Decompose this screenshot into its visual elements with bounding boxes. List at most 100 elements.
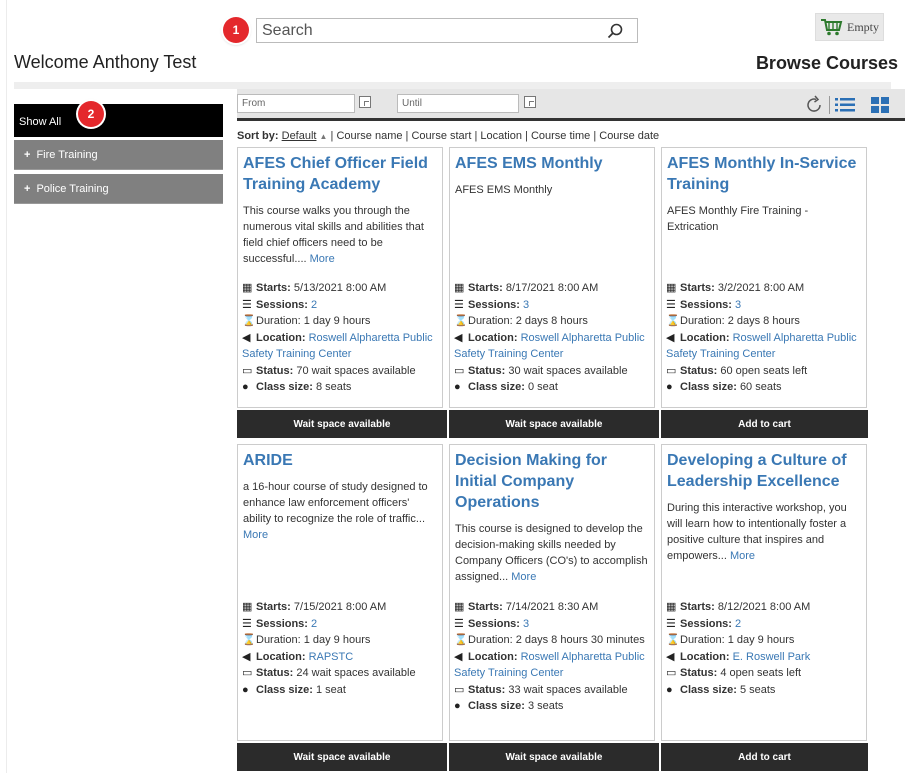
- course-title[interactable]: Developing a Culture of Leadership Excel…: [662, 445, 866, 492]
- location-link[interactable]: RAPSTC: [309, 651, 354, 663]
- sessions-icon: ☰: [242, 298, 252, 311]
- course-title[interactable]: ARIDE: [238, 445, 442, 471]
- sort-course-date[interactable]: Course date: [599, 130, 659, 142]
- sort-course-name[interactable]: Course name: [336, 130, 402, 142]
- search-icon[interactable]: [607, 23, 623, 39]
- course-description: This course is designed to develop the d…: [455, 523, 648, 583]
- calendar-icon: ▦: [454, 601, 465, 613]
- sidebar-item-police-training[interactable]: + Police Training: [14, 174, 223, 204]
- until-calendar-icon[interactable]: [524, 96, 536, 108]
- cart-label: Empty: [847, 19, 879, 34]
- more-link[interactable]: More: [730, 550, 755, 562]
- course-description: AFES Monthly Fire Training - Extrication: [667, 205, 809, 233]
- course-info: ▦ Starts: 8/17/2021 8:00 AM ☰ Sessions: 3 …: [454, 280, 652, 396]
- wait-space-button[interactable]: Wait space available: [449, 410, 659, 438]
- course-card: ARIDE a 16-hour course of study designed…: [237, 444, 443, 741]
- sessions-icon: ☰: [666, 617, 676, 630]
- book-icon: ▭: [666, 364, 677, 377]
- add-to-cart-button[interactable]: Add to cart: [661, 743, 868, 771]
- wait-space-button[interactable]: Wait space available: [237, 743, 447, 771]
- sort-default[interactable]: Default: [282, 130, 317, 142]
- more-link[interactable]: More: [310, 253, 335, 265]
- grid-view-icon[interactable]: [871, 97, 889, 113]
- from-date-input[interactable]: From: [237, 94, 355, 113]
- sidebar-show-all[interactable]: Show All: [14, 104, 223, 137]
- users-icon: ●: [242, 381, 249, 393]
- sidebar-item-label: Fire Training: [36, 149, 98, 161]
- sidebar-item-label: Police Training: [36, 183, 109, 195]
- course-description: This course walks you through the numero…: [243, 205, 424, 265]
- sessions-link[interactable]: 3: [735, 299, 741, 311]
- course-card: Decision Making for Initial Company Oper…: [449, 444, 655, 741]
- search-input[interactable]: [257, 19, 597, 42]
- location-arrow-icon: ◀: [242, 331, 251, 344]
- more-link[interactable]: More: [243, 529, 268, 541]
- sessions-link[interactable]: 2: [311, 299, 317, 311]
- location-link[interactable]: E. Roswell Park: [733, 651, 811, 663]
- expand-icon: +: [24, 149, 31, 161]
- sidebar-show-all-label: Show All: [19, 116, 62, 128]
- sessions-link[interactable]: 2: [311, 618, 317, 630]
- sort-course-time[interactable]: Course time: [531, 130, 590, 142]
- sessions-link[interactable]: 3: [523, 299, 529, 311]
- course-card: AFES EMS Monthly AFES EMS Monthly ▦ Start…: [449, 147, 655, 408]
- course-description: a 16-hour course of study designed to en…: [243, 481, 428, 541]
- course-info: ▦ Starts: 8/12/2021 8:00 AM ☰ Sessions: 2 …: [666, 599, 864, 698]
- cart-icon: [821, 19, 843, 36]
- sessions-icon: ☰: [454, 298, 464, 311]
- refresh-icon[interactable]: [803, 94, 825, 116]
- add-to-cart-button[interactable]: Add to cart: [661, 410, 868, 438]
- cart-button[interactable]: Empty: [815, 13, 884, 41]
- filter-bar: From Until: [237, 89, 905, 121]
- book-icon: ▭: [454, 364, 465, 377]
- location-arrow-icon: ◀: [666, 331, 675, 344]
- wait-space-button[interactable]: Wait space available: [237, 410, 447, 438]
- course-card: Developing a Culture of Leadership Excel…: [661, 444, 867, 741]
- course-card: AFES Monthly In-Service Training AFES Mo…: [661, 147, 867, 408]
- list-view-icon[interactable]: [835, 97, 855, 113]
- book-icon: ▭: [242, 667, 253, 679]
- sort-course-start[interactable]: Course start: [411, 130, 471, 142]
- wait-space-button[interactable]: Wait space available: [449, 743, 659, 771]
- location-arrow-icon: ◀: [454, 331, 463, 344]
- search-box: [256, 18, 638, 43]
- course-title[interactable]: AFES Chief Officer Field Training Academ…: [238, 148, 442, 195]
- book-icon: ▭: [242, 364, 253, 377]
- sidebar-item-fire-training[interactable]: + Fire Training: [14, 140, 223, 170]
- course-card: AFES Chief Officer Field Training Academ…: [237, 147, 443, 408]
- sessions-link[interactable]: 2: [735, 618, 741, 630]
- users-icon: ●: [454, 700, 461, 712]
- location-arrow-icon: ◀: [242, 650, 251, 663]
- welcome-text: Welcome Anthony Test: [14, 52, 197, 72]
- sort-location[interactable]: Location: [480, 130, 522, 142]
- sessions-icon: ☰: [242, 617, 252, 630]
- calendar-icon: ▦: [666, 601, 677, 613]
- users-icon: ●: [454, 381, 461, 393]
- calendar-icon: ▦: [666, 282, 677, 294]
- calendar-icon: ▦: [454, 282, 465, 294]
- more-link[interactable]: More: [511, 571, 536, 583]
- hourglass-icon: ⌛: [242, 315, 256, 327]
- course-info: ▦ Starts: 7/14/2021 8:30 AM ☰ Sessions: 3 …: [454, 599, 652, 715]
- course-title[interactable]: AFES Monthly In-Service Training: [662, 148, 866, 195]
- book-icon: ▭: [454, 683, 465, 696]
- sessions-link[interactable]: 3: [523, 618, 529, 630]
- sessions-icon: ☰: [454, 617, 464, 630]
- sessions-icon: ☰: [666, 298, 676, 311]
- from-calendar-icon[interactable]: [359, 96, 371, 108]
- calendar-icon: ▦: [242, 601, 253, 613]
- hourglass-icon: ⌛: [666, 315, 680, 327]
- hourglass-icon: ⌛: [454, 315, 468, 327]
- until-date-input[interactable]: Until: [397, 94, 519, 113]
- page-title: Browse Courses: [755, 53, 898, 73]
- course-title[interactable]: Decision Making for Initial Company Oper…: [450, 445, 654, 513]
- course-info: ▦ Starts: 3/2/2021 8:00 AM ☰ Sessions: 3 ⌛…: [666, 280, 864, 396]
- course-description: AFES EMS Monthly: [455, 184, 553, 196]
- users-icon: ●: [242, 683, 249, 696]
- location-arrow-icon: ◀: [666, 650, 675, 663]
- users-icon: ●: [666, 381, 673, 393]
- calendar-icon: ▦: [242, 282, 253, 294]
- sort-asc-icon: ▲: [319, 132, 328, 141]
- sort-bar: Sort by: Default ▲ | Course name | Cours…: [237, 130, 660, 142]
- course-title[interactable]: AFES EMS Monthly: [450, 148, 654, 174]
